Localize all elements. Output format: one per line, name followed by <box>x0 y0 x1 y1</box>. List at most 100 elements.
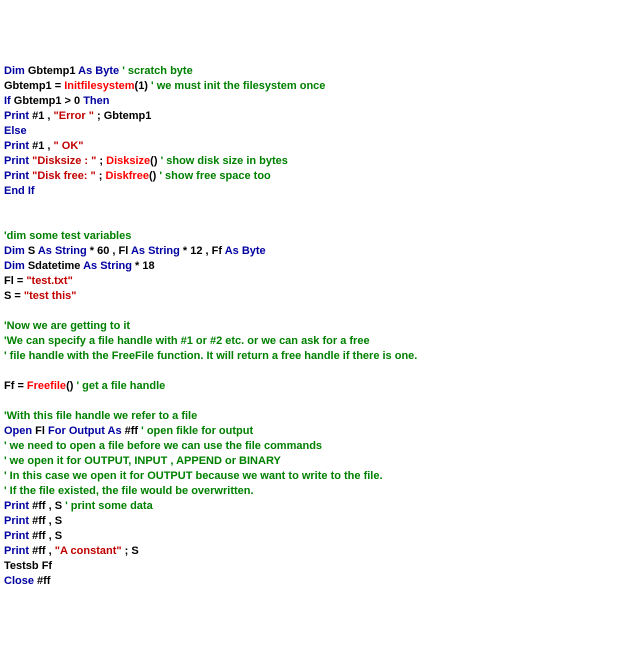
code-token: "Error " <box>54 110 94 122</box>
code-token: * 60 , Fl <box>87 245 131 257</box>
code-token: Print <box>4 170 29 182</box>
code-token: #ff , <box>29 545 55 557</box>
code-token: #ff <box>122 425 142 437</box>
code-token: ' we need to open a file before we can u… <box>4 440 322 452</box>
code-line <box>4 214 628 229</box>
code-token: Fl = <box>4 275 26 287</box>
code-token: () <box>66 380 76 392</box>
code-token: (1) <box>135 80 152 92</box>
code-token: 'Now we are getting to it <box>4 320 130 332</box>
code-token: Sdatetime <box>25 260 83 272</box>
code-token: ; Gbtemp1 <box>94 110 151 122</box>
code-line: ' If the file existed, the file would be… <box>4 484 628 499</box>
code-token <box>4 215 7 227</box>
code-token: As <box>108 425 122 437</box>
code-token: Disksize <box>106 155 150 167</box>
code-token: ' we must init the filesystem once <box>151 80 325 92</box>
code-line: Print #1 , " OK" <box>4 139 628 154</box>
code-line: Dim S As String * 60 , Fl As String * 12… <box>4 244 628 259</box>
code-line: ' we need to open a file before we can u… <box>4 439 628 454</box>
code-line: Print #ff , S <box>4 529 628 544</box>
code-token: As <box>225 245 239 257</box>
code-token: As <box>78 65 92 77</box>
code-token: ; <box>96 155 106 167</box>
code-token: #ff <box>34 575 51 587</box>
code-line <box>4 364 628 379</box>
code-line: ' we open it for OUTPUT, INPUT , APPEND … <box>4 454 628 469</box>
code-token: ' file handle with the FreeFile function… <box>4 350 417 362</box>
code-token: "Disk free: " <box>32 170 96 182</box>
code-token: ' show free space too <box>159 170 270 182</box>
code-token: Else <box>4 125 27 137</box>
code-token: Print <box>4 545 29 557</box>
code-line: Print #ff , S ' print some data <box>4 499 628 514</box>
code-line: Print "Disksize : " ; Disksize() ' show … <box>4 154 628 169</box>
code-token: Ff = <box>4 380 27 392</box>
code-token: 'We can specify a file handle with #1 or… <box>4 335 370 347</box>
code-token: * 18 <box>132 260 155 272</box>
code-line <box>4 199 628 214</box>
code-token: " OK" <box>54 140 84 152</box>
code-line: 'With this file handle we refer to a fil… <box>4 409 628 424</box>
code-token: As <box>83 260 97 272</box>
code-token: For <box>48 425 66 437</box>
code-token: Print <box>4 155 29 167</box>
code-token: Byte <box>92 65 119 77</box>
code-token: * 12 , Ff <box>180 245 225 257</box>
code-line: Print "Disk free: " ; Diskfree() ' show … <box>4 169 628 184</box>
code-line: Dim Gbtemp1 As Byte ' scratch byte <box>4 64 628 79</box>
code-line: End If <box>4 184 628 199</box>
code-token: "Disksize : " <box>32 155 96 167</box>
code-line: Close #ff <box>4 574 628 589</box>
code-block: Dim Gbtemp1 As Byte ' scratch byteGbtemp… <box>4 64 628 589</box>
code-token: Then <box>83 95 109 107</box>
code-token: String <box>148 245 180 257</box>
code-token <box>4 305 7 317</box>
code-line: 'dim some test variables <box>4 229 628 244</box>
code-token: Gbtemp1 = <box>4 80 64 92</box>
code-token: Testsb Ff <box>4 560 52 572</box>
code-token: #ff , S <box>29 530 62 542</box>
code-token: ' If the file existed, the file would be… <box>4 485 254 497</box>
code-token: "test this" <box>24 290 77 302</box>
code-line: 'Now we are getting to it <box>4 319 628 334</box>
code-token: #ff , S <box>29 500 65 512</box>
code-token: ' we open it for OUTPUT, INPUT , APPEND … <box>4 455 281 467</box>
code-token: ' print some data <box>65 500 153 512</box>
code-token: Dim <box>4 65 25 77</box>
code-token: () <box>150 155 160 167</box>
code-token: ' In this case we open it for OUTPUT bec… <box>4 470 383 482</box>
code-line <box>4 394 628 409</box>
code-token: S <box>25 245 38 257</box>
code-token <box>4 395 7 407</box>
code-token: As <box>38 245 52 257</box>
code-token: ' open fikle for output <box>141 425 253 437</box>
code-token: #1 , <box>29 110 53 122</box>
code-token: Initfilesystem <box>64 80 134 92</box>
code-token: Print <box>4 140 29 152</box>
code-token: Print <box>4 500 29 512</box>
code-token: Open <box>4 425 32 437</box>
code-token: If <box>28 185 35 197</box>
code-token <box>4 200 7 212</box>
code-token: "A constant" <box>55 545 122 557</box>
code-token: ; S <box>122 545 139 557</box>
code-token: Diskfree <box>106 170 149 182</box>
code-token: Byte <box>242 245 266 257</box>
code-token: Freefile <box>27 380 66 392</box>
code-line: Open Fl For Output As #ff ' open fikle f… <box>4 424 628 439</box>
code-token: ' scratch byte <box>122 65 192 77</box>
code-token: End <box>4 185 25 197</box>
code-token: Gbtemp1 <box>25 65 78 77</box>
code-token: String <box>100 260 132 272</box>
code-token: Print <box>4 530 29 542</box>
code-token: ' get a file handle <box>76 380 165 392</box>
code-token: () <box>149 170 159 182</box>
code-line: Print #ff , S <box>4 514 628 529</box>
code-line: Print #1 , "Error " ; Gbtemp1 <box>4 109 628 124</box>
code-line: ' file handle with the FreeFile function… <box>4 349 628 364</box>
code-line: 'We can specify a file handle with #1 or… <box>4 334 628 349</box>
code-line: Gbtemp1 = Initfilesystem(1) ' we must in… <box>4 79 628 94</box>
code-token: If <box>4 95 11 107</box>
code-token: #ff , S <box>29 515 62 527</box>
